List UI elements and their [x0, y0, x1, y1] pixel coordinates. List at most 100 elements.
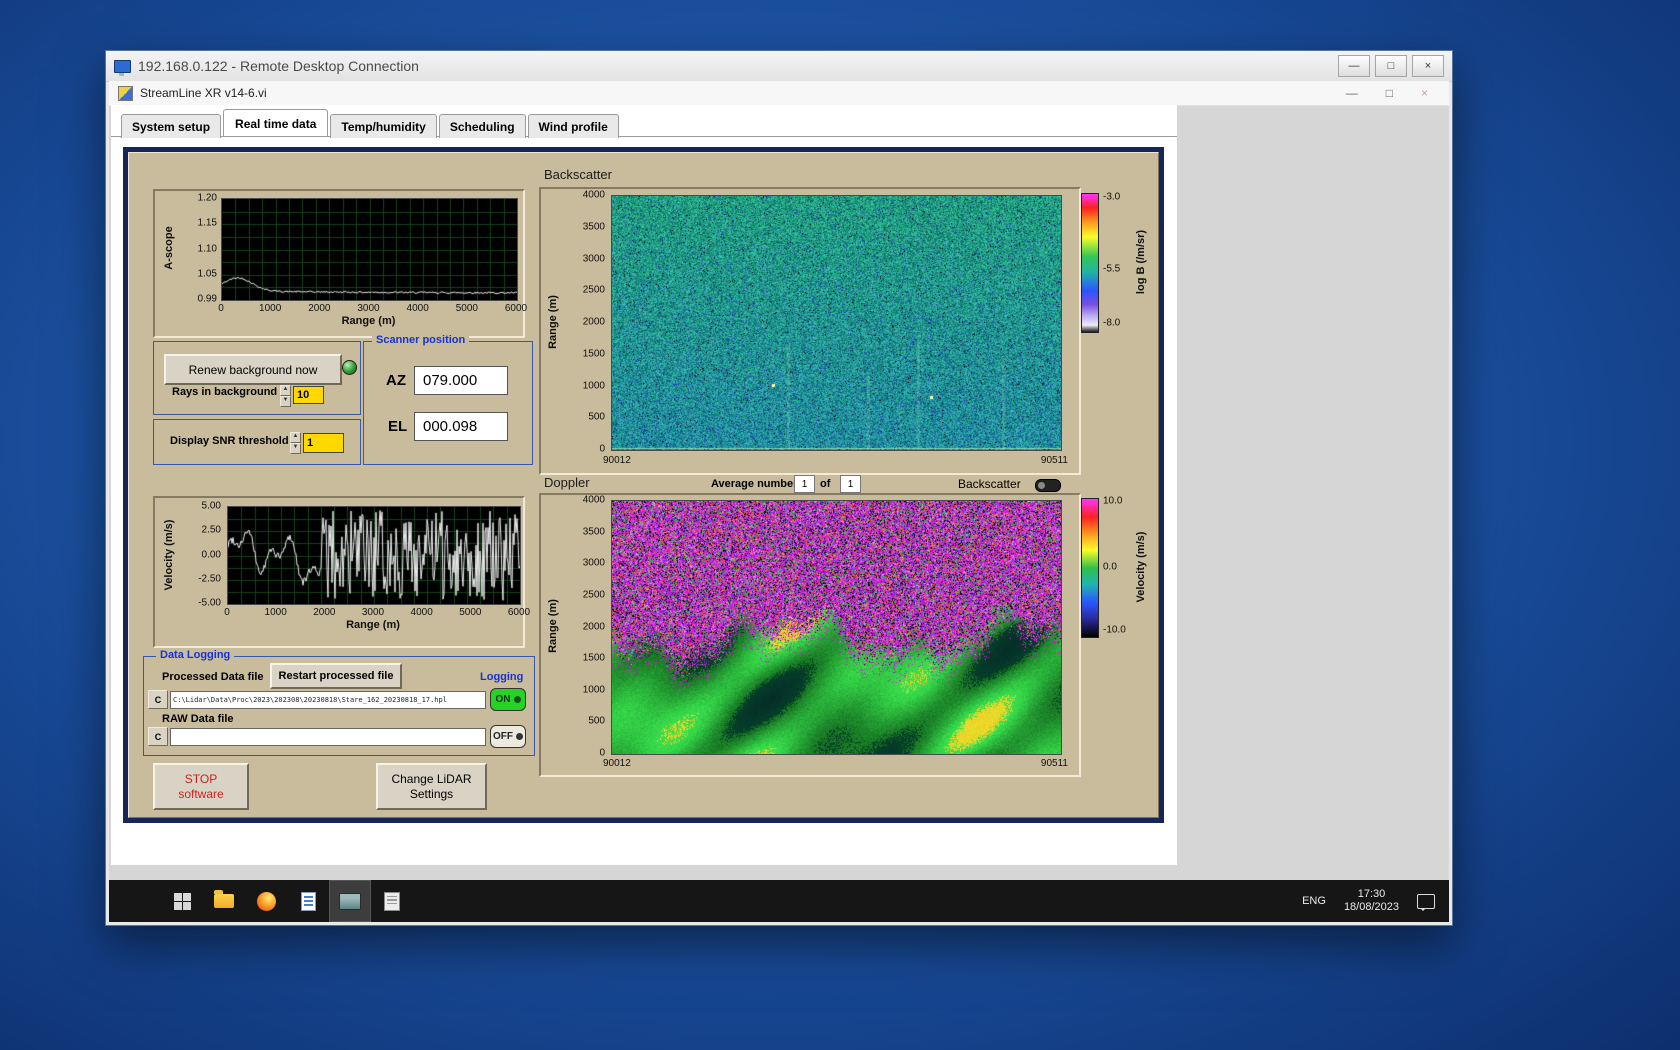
stop-software-button[interactable]: STOP software: [153, 763, 249, 810]
x-tick-label: 1000: [264, 607, 287, 618]
rdp-close-button[interactable]: ×: [1412, 55, 1444, 77]
on-knob-icon: [513, 696, 521, 703]
backscatter-x-axis: 90012 90511: [603, 455, 1068, 466]
settings-line2: Settings: [409, 786, 454, 801]
doppler-colorbar-label: Velocity (m/s): [1135, 531, 1147, 603]
tab-real-time-data[interactable]: Real time data: [223, 109, 329, 136]
y-tick-label: 0: [599, 443, 605, 455]
start-button[interactable]: [161, 880, 203, 922]
y-tick-label: 3500: [582, 526, 605, 538]
az-field: 079.000: [414, 366, 508, 395]
tab-scheduling[interactable]: Scheduling: [438, 114, 526, 138]
off-knob-icon: [516, 733, 523, 740]
doppler-title: Doppler: [544, 475, 590, 490]
backscatter-plot-canvas: [612, 196, 1061, 450]
rdp-titlebar[interactable]: 192.168.0.122 - Remote Desktop Connectio…: [106, 51, 1452, 82]
y-tick-label: 2000: [582, 316, 605, 328]
ascope-ylabel: A-scope: [163, 226, 175, 270]
folder-icon: [214, 890, 234, 908]
processed-path-field[interactable]: C:\Lidar\Data\Proc\2023\202308\20230818\…: [170, 691, 486, 709]
y-tick-label: 0.00: [201, 549, 221, 560]
raw-drive-button[interactable]: C: [148, 727, 168, 746]
app-title: StreamLine XR v14-6.vi: [140, 86, 267, 100]
backscatter-colorbar: [1081, 193, 1099, 333]
data-logging-group: Data Logging Processed Data file Restart…: [143, 649, 535, 756]
average-number-field[interactable]: 1: [794, 475, 815, 493]
backscatter-y-axis: 4000 3500 3000 2500 2000 1500 1000 500 0: [565, 190, 607, 455]
raw-logging-off-button[interactable]: OFF: [490, 725, 526, 748]
taskbar-clock[interactable]: 17:30 18/08/2023: [1344, 888, 1399, 914]
doppler-plot: [611, 500, 1062, 755]
velocity-xlabel: Range (m): [346, 619, 400, 631]
app-minimize-button[interactable]: —: [1346, 86, 1358, 100]
doppler-colorbar: [1081, 498, 1099, 638]
snr-value-field[interactable]: 1: [303, 433, 344, 453]
average-count-field[interactable]: 1: [840, 475, 861, 493]
rdp-maximize-button[interactable]: □: [1375, 55, 1407, 77]
doppler-graph: Range (m) 4000 3500 3000 2500 2000 1500 1000 50…: [539, 493, 1081, 777]
renew-background-button[interactable]: Renew background now: [164, 354, 342, 385]
logging-label: Logging: [480, 671, 524, 683]
velocity-x-axis: 0 1000 2000 3000 4000 5000 6000: [224, 607, 530, 619]
on-label: ON: [495, 694, 511, 705]
y-tick-label: -2.50: [198, 573, 221, 585]
rays-spinner[interactable]: ▲ ▼: [280, 385, 291, 407]
app-titlebar[interactable]: StreamLine XR v14-6.vi — □ ×: [109, 81, 1449, 106]
y-tick-label: 4000: [582, 494, 605, 506]
notification-icon[interactable]: [1417, 893, 1435, 911]
ascope-x-axis: 0 1000 2000 3000 4000 5000 6000: [218, 303, 527, 315]
velocity-plot: [227, 506, 521, 605]
raw-data-file-label: RAW Data file: [162, 713, 234, 725]
file-explorer-button[interactable]: [203, 880, 245, 922]
change-lidar-settings-button[interactable]: Change LiDAR Settings: [376, 763, 487, 810]
tab-baseline: [111, 136, 1177, 137]
rdp-minimize-button[interactable]: —: [1338, 55, 1370, 77]
notes-app-button[interactable]: [287, 880, 329, 922]
y-tick-label: 2.50: [201, 524, 221, 536]
tab-wind-profile[interactable]: Wind profile: [527, 114, 619, 138]
snr-spinner[interactable]: ▲ ▼: [290, 432, 301, 454]
average-number-label: Average number: [711, 478, 798, 490]
scan-app-button[interactable]: [371, 880, 413, 922]
tab-system-setup[interactable]: System setup: [121, 114, 222, 138]
doppler-ylabel: Range (m): [547, 599, 559, 653]
firefox-button[interactable]: [245, 880, 287, 922]
windows-logo-icon: [173, 892, 191, 910]
tab-temp-humidity[interactable]: Temp/humidity: [330, 114, 437, 138]
ascope-graph: A-scope 1.20 1.15 1.10 1.05 0.99 0 1000 2000 30…: [153, 189, 527, 338]
processed-logging-on-button[interactable]: ON: [490, 688, 526, 711]
stop-line1: STOP: [184, 771, 218, 786]
snr-control-group: Display SNR threshold ▲ ▼ 1: [153, 419, 361, 465]
app-close-button[interactable]: ×: [1421, 86, 1428, 100]
settings-line1: Change LiDAR: [391, 771, 472, 786]
scanner-position-group: Scanner position AZ 079.000 EL 000.098: [363, 334, 533, 465]
doppler-colorbar-ticks: 10.0 0.0 -10.0: [1101, 495, 1135, 636]
rays-in-background-label: Rays in background: [172, 386, 278, 398]
remote-desktop-icon: [114, 59, 131, 76]
off-label: OFF: [493, 731, 513, 742]
doppler-y-axis: 4000 3500 3000 2500 2000 1500 1000 500 0: [565, 495, 607, 759]
app-maximize-button[interactable]: □: [1386, 86, 1393, 100]
backscatter-toggle[interactable]: [1035, 479, 1061, 492]
raw-path-field[interactable]: [170, 728, 486, 746]
rays-value-field[interactable]: 10: [293, 386, 324, 404]
front-panel: System setup Real time data Temp/humidit…: [111, 105, 1177, 865]
y-tick-label: 1500: [582, 652, 605, 664]
doppler-x-last: 90511: [1040, 758, 1068, 769]
backscatter-toggle-label: Backscatter: [958, 477, 1021, 491]
restart-processed-file-button[interactable]: Restart processed file: [270, 663, 402, 689]
ascope-y-axis: 1.20 1.15 1.10 1.05 0.99: [177, 193, 219, 305]
y-tick-label: -5.00: [198, 597, 221, 609]
active-window-icon: [339, 892, 361, 910]
language-indicator[interactable]: ENG: [1302, 895, 1326, 907]
el-field: 000.098: [414, 412, 508, 441]
rdp-window: 192.168.0.122 - Remote Desktop Connectio…: [105, 50, 1453, 926]
y-tick-label: 1.20: [197, 192, 217, 204]
colorbar-tick-label: -3.0: [1103, 191, 1121, 203]
doppler-x-first: 90012: [603, 758, 631, 769]
y-tick-label: 4000: [582, 189, 605, 201]
backscatter-graph: Range (m) 4000 3500 3000 2500 2000 1500 1000 50…: [539, 187, 1081, 475]
ascope-plot-canvas: [222, 199, 517, 300]
processed-drive-button[interactable]: C: [148, 690, 168, 709]
active-app-button[interactable]: [329, 880, 371, 922]
